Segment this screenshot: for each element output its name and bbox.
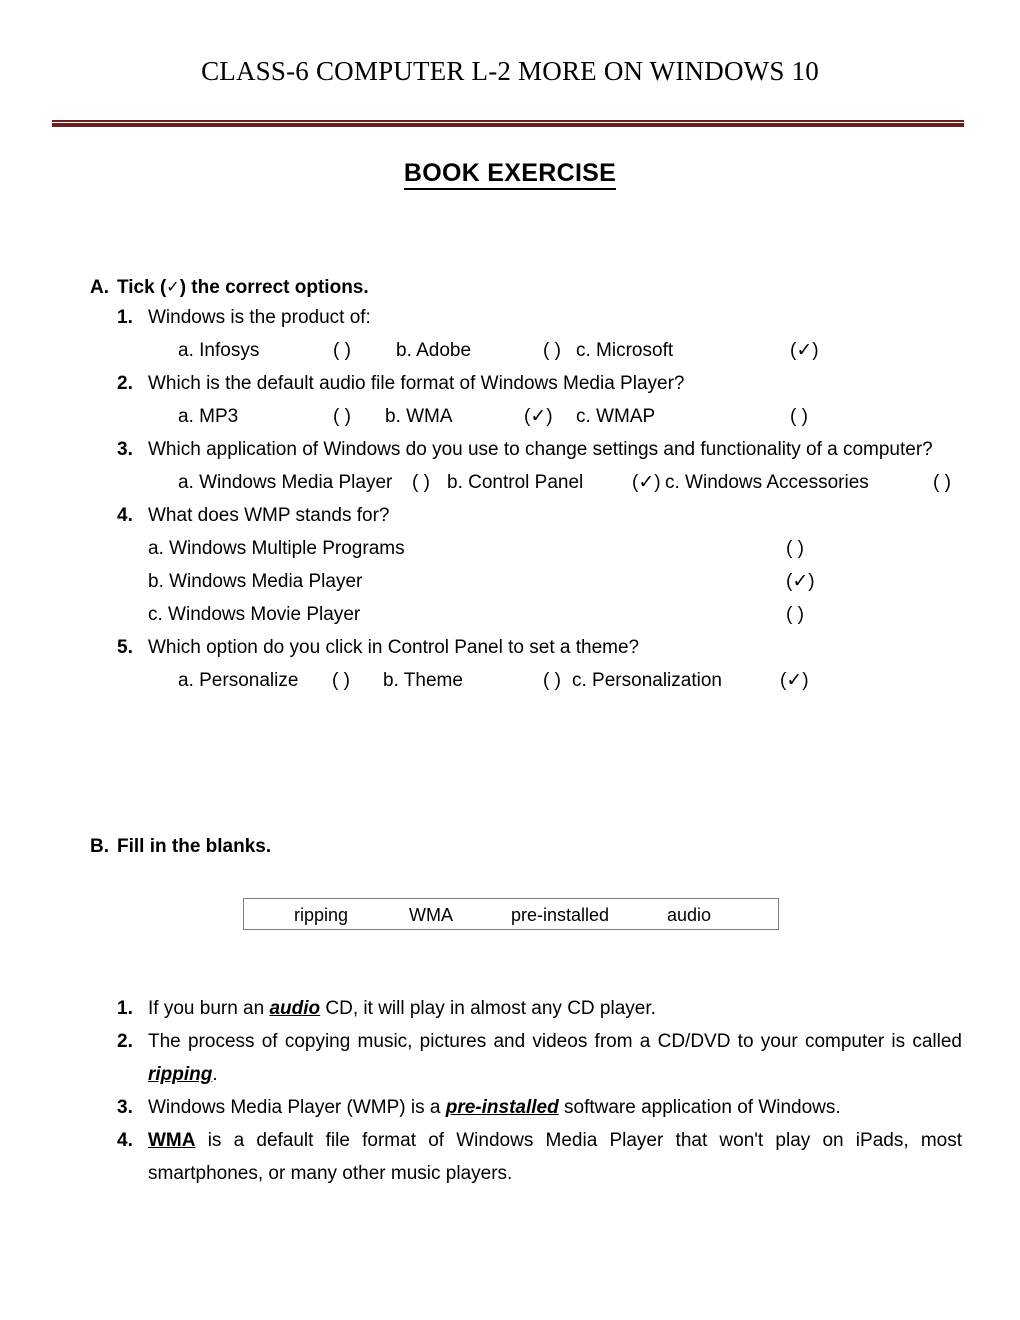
- word-bank-item-4[interactable]: audio: [667, 903, 711, 927]
- word-bank-item-3[interactable]: pre-installed: [511, 903, 609, 927]
- question-5-option-a[interactable]: a. Personalize: [178, 664, 298, 697]
- fill-item-1-answer: audio: [269, 998, 321, 1019]
- question-5-number: 5.: [117, 637, 133, 658]
- section-b-heading-text: Fill in the blanks.: [117, 836, 272, 857]
- word-bank: ripping WMA pre-installed audio: [243, 898, 779, 930]
- section-a: A. Tick (✓) the correct options. 1. Wind…: [0, 274, 1020, 697]
- question-2-option-a-marker[interactable]: ( ): [333, 400, 351, 433]
- question-5-option-c-marker[interactable]: (✓): [780, 664, 809, 697]
- question-5-options: a. Personalize ( ) b. Theme ( ) c. Perso…: [0, 664, 1020, 697]
- question-2: 2. Which is the default audio file forma…: [0, 367, 1020, 400]
- fill-item-2: 2. The process of copying music, picture…: [0, 1025, 1020, 1091]
- page-heading: BOOK EXERCISE: [0, 159, 1020, 190]
- question-4-option-a[interactable]: a. Windows Multiple Programs ( ): [0, 532, 1020, 565]
- question-4-option-b[interactable]: b. Windows Media Player (✓): [0, 565, 1020, 598]
- word-bank-item-1[interactable]: ripping: [294, 903, 348, 927]
- fill-item-2-text: The process of copying music, pictures a…: [148, 1025, 962, 1091]
- question-2-text: Which is the default audio file format o…: [148, 373, 685, 394]
- section-b-heading: B. Fill in the blanks.: [0, 833, 1020, 860]
- question-4-option-a-label[interactable]: a. Windows Multiple Programs: [148, 532, 405, 565]
- question-5-option-b[interactable]: b. Theme: [383, 664, 463, 697]
- fill-item-3-answer: pre-installed: [445, 1097, 559, 1118]
- section-a-heading-text: Tick (✓) the correct options.: [117, 274, 369, 301]
- question-2-option-b[interactable]: b. WMA: [385, 400, 453, 433]
- question-4-option-b-marker[interactable]: (✓): [786, 565, 815, 598]
- check-icon: ✓: [166, 277, 180, 296]
- section-a-heading: A. Tick (✓) the correct options.: [0, 274, 1020, 301]
- question-2-option-c[interactable]: c. WMAP: [576, 400, 655, 433]
- question-4: 4. What does WMP stands for?: [0, 499, 1020, 532]
- question-5: 5. Which option do you click in Control …: [0, 631, 1020, 664]
- question-1-option-a-marker[interactable]: ( ): [333, 334, 351, 367]
- question-3: 3. Which application of Windows do you u…: [0, 433, 1020, 466]
- section-b-letter: B.: [90, 836, 109, 857]
- question-3-option-c-marker[interactable]: ( ): [933, 466, 951, 499]
- question-4-number: 4.: [117, 505, 133, 526]
- fill-item-3: 3. Windows Media Player (WMP) is a pre-i…: [0, 1091, 1020, 1124]
- section-a-heading-prefix: Tick (: [117, 277, 167, 298]
- question-4-option-b-label[interactable]: b. Windows Media Player: [148, 565, 362, 598]
- question-5-option-c[interactable]: c. Personalization: [572, 664, 722, 697]
- fill-item-1-before: If you burn an: [148, 998, 270, 1019]
- question-2-number: 2.: [117, 373, 133, 394]
- question-2-option-c-marker[interactable]: ( ): [790, 400, 808, 433]
- fill-item-3-number: 3.: [117, 1097, 133, 1118]
- fill-blanks-list: 1. If you burn an audio CD, it will play…: [0, 992, 1020, 1190]
- document-page: CLASS-6 COMPUTER L-2 MORE ON WINDOWS 10 …: [0, 0, 1020, 1320]
- question-1-option-b[interactable]: b. Adobe: [396, 334, 471, 367]
- question-3-number: 3.: [117, 439, 133, 460]
- question-1: 1. Windows is the product of:: [0, 301, 1020, 334]
- fill-item-2-after: .: [212, 1064, 218, 1085]
- fill-item-1-text: If you burn an audio CD, it will play in…: [148, 992, 962, 1025]
- fill-item-2-answer: ripping: [148, 1064, 213, 1085]
- document-title: CLASS-6 COMPUTER L-2 MORE ON WINDOWS 10: [201, 56, 819, 86]
- fill-item-1-number: 1.: [117, 998, 133, 1019]
- fill-item-4-answer: WMA: [148, 1130, 196, 1151]
- question-3-option-b-marker[interactable]: (✓): [632, 466, 661, 499]
- fill-item-2-before: The process of copying music, pictures a…: [148, 1031, 962, 1052]
- question-1-option-c-marker[interactable]: (✓): [790, 334, 819, 367]
- fill-item-2-number: 2.: [117, 1031, 133, 1052]
- question-4-option-a-marker[interactable]: ( ): [786, 532, 804, 565]
- fill-item-1: 1. If you burn an audio CD, it will play…: [0, 992, 1020, 1025]
- question-2-option-a[interactable]: a. MP3: [178, 400, 238, 433]
- question-4-text: What does WMP stands for?: [148, 505, 390, 526]
- header-divider: [52, 120, 964, 127]
- fill-item-4-text: WMA is a default file format of Windows …: [148, 1124, 962, 1190]
- question-1-options: a. Infosys ( ) b. Adobe ( ) c. Microsoft…: [0, 334, 1020, 367]
- fill-item-3-before: Windows Media Player (WMP) is a: [148, 1097, 446, 1118]
- question-1-option-a[interactable]: a. Infosys: [178, 334, 259, 367]
- question-3-option-a[interactable]: a. Windows Media Player: [178, 466, 392, 499]
- section-a-heading-suffix: ) the correct options.: [179, 277, 369, 298]
- fill-item-4: 4. WMA is a default file format of Windo…: [0, 1124, 1020, 1190]
- section-a-letter: A.: [90, 277, 109, 298]
- question-5-option-b-marker[interactable]: ( ): [543, 664, 561, 697]
- fill-item-4-number: 4.: [117, 1130, 133, 1151]
- question-3-options: a. Windows Media Player ( ) b. Control P…: [0, 466, 1020, 499]
- fill-item-3-text: Windows Media Player (WMP) is a pre-inst…: [148, 1091, 962, 1124]
- question-1-option-b-marker[interactable]: ( ): [543, 334, 561, 367]
- question-3-option-a-marker[interactable]: ( ): [412, 466, 430, 499]
- question-2-option-b-marker[interactable]: (✓): [524, 400, 553, 433]
- section-b: B. Fill in the blanks.: [0, 833, 1020, 860]
- question-4-option-c-marker[interactable]: ( ): [786, 598, 804, 631]
- question-5-text: Which option do you click in Control Pan…: [148, 637, 640, 658]
- question-1-number: 1.: [117, 307, 133, 328]
- fill-item-3-after: software application of Windows.: [558, 1097, 841, 1118]
- question-4-option-c-label[interactable]: c. Windows Movie Player: [148, 598, 360, 631]
- question-3-option-c[interactable]: c. Windows Accessories: [665, 466, 869, 499]
- question-2-options: a. MP3 ( ) b. WMA (✓) c. WMAP ( ): [0, 400, 1020, 433]
- question-3-option-b[interactable]: b. Control Panel: [447, 466, 583, 499]
- question-4-option-c[interactable]: c. Windows Movie Player ( ): [0, 598, 1020, 631]
- question-1-option-c[interactable]: c. Microsoft: [576, 334, 673, 367]
- word-bank-item-2[interactable]: WMA: [409, 903, 453, 927]
- page-heading-text: BOOK EXERCISE: [403, 159, 617, 190]
- question-1-text: Windows is the product of:: [148, 307, 371, 328]
- question-3-text: Which application of Windows do you use …: [148, 439, 933, 460]
- fill-item-4-after: is a default file format of Windows Medi…: [148, 1130, 962, 1184]
- question-5-option-a-marker[interactable]: ( ): [332, 664, 350, 697]
- fill-item-1-after: CD, it will play in almost any CD player…: [320, 998, 656, 1019]
